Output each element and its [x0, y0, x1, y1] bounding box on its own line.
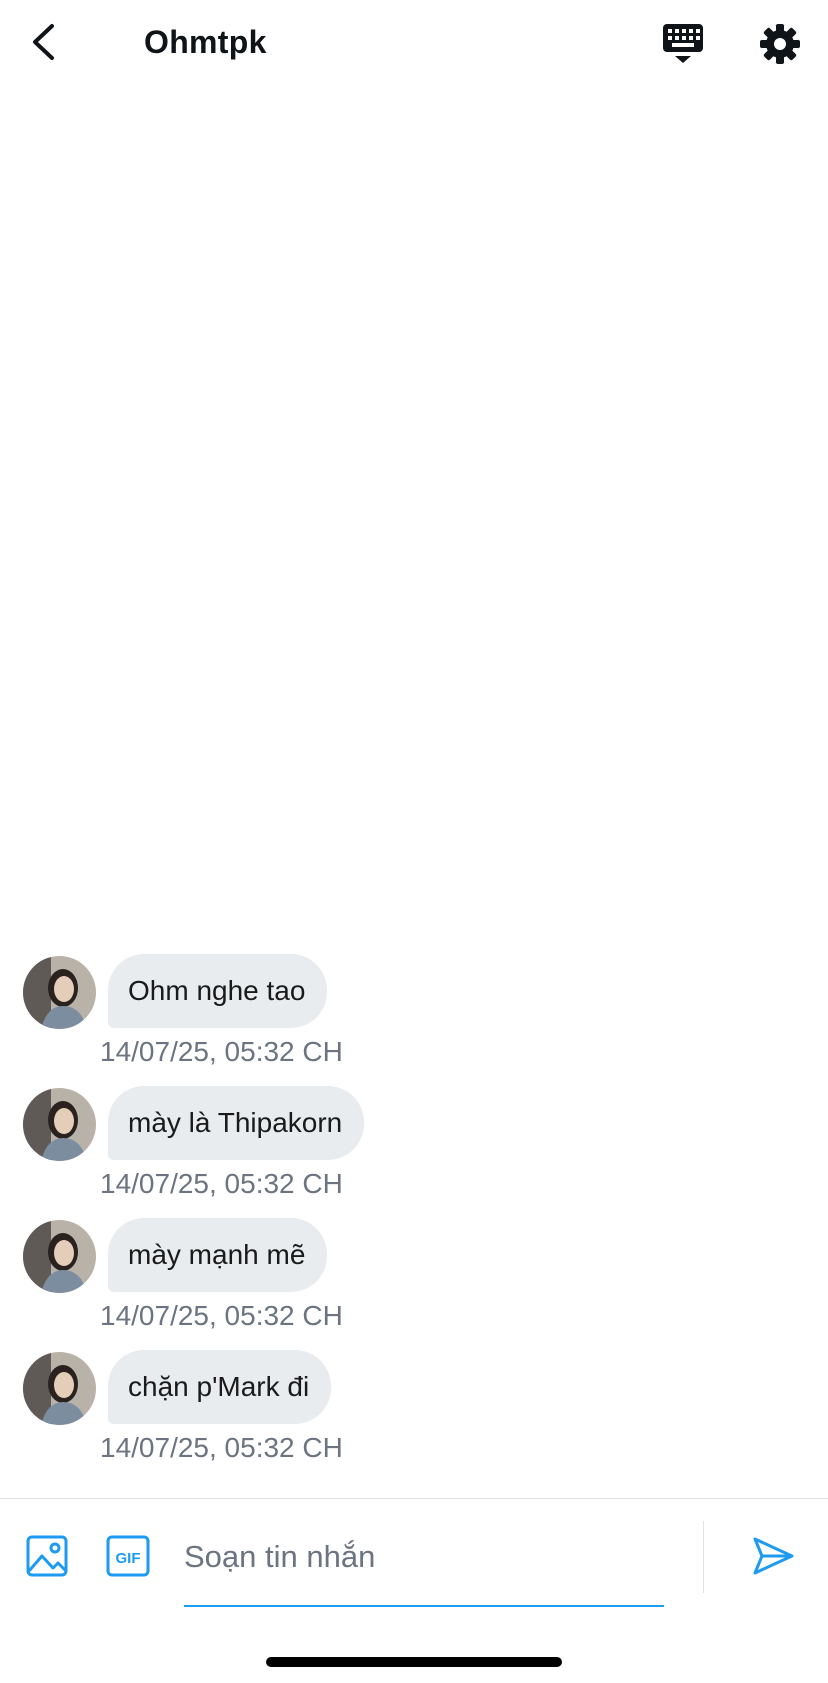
home-indicator — [266, 1657, 562, 1667]
message-list: Ohm nghe tao 14/07/25, 05:32 CH mày là T… — [0, 930, 828, 1463]
message-composer: GIF — [0, 1498, 828, 1611]
send-icon — [753, 1537, 794, 1575]
gif-icon: GIF — [106, 1535, 150, 1577]
avatar[interactable] — [23, 1352, 96, 1425]
avatar[interactable] — [23, 956, 96, 1029]
gear-icon — [760, 24, 800, 64]
composer-divider — [703, 1521, 704, 1593]
conversation-header: Ohmtpk — [0, 0, 828, 90]
avatar[interactable] — [23, 1220, 96, 1293]
keyboard-button[interactable] — [660, 22, 706, 66]
message-item: chặn p'Mark đi 14/07/25, 05:32 CH — [0, 1326, 828, 1463]
chevron-left-icon — [33, 24, 54, 60]
message-timestamp: 14/07/25, 05:32 CH — [100, 1432, 343, 1463]
add-image-button[interactable] — [25, 1534, 71, 1578]
message-bubble[interactable]: chặn p'Mark đi — [108, 1350, 332, 1424]
page-title: Ohmtpk — [144, 24, 267, 60]
avatar[interactable] — [23, 1088, 96, 1161]
add-gif-button[interactable]: GIF — [105, 1534, 151, 1578]
message-item: mày mạnh mẽ 14/07/25, 05:32 CH — [0, 1194, 828, 1331]
keyboard-icon — [663, 24, 703, 63]
message-input-wrapper — [184, 1517, 664, 1607]
settings-button[interactable] — [758, 22, 802, 66]
svg-text:GIF: GIF — [116, 1550, 141, 1567]
send-button[interactable] — [750, 1533, 796, 1579]
message-bubble[interactable]: mày là Thipakorn — [108, 1086, 365, 1160]
message-input[interactable] — [184, 1517, 664, 1597]
image-icon — [26, 1535, 68, 1577]
message-bubble[interactable]: Ohm nghe tao — [108, 954, 328, 1028]
back-button[interactable] — [24, 20, 68, 64]
message-item: Ohm nghe tao 14/07/25, 05:32 CH — [0, 930, 828, 1067]
message-bubble[interactable]: mày mạnh mẽ — [108, 1218, 328, 1292]
message-item: mày là Thipakorn 14/07/25, 05:32 CH — [0, 1062, 828, 1199]
